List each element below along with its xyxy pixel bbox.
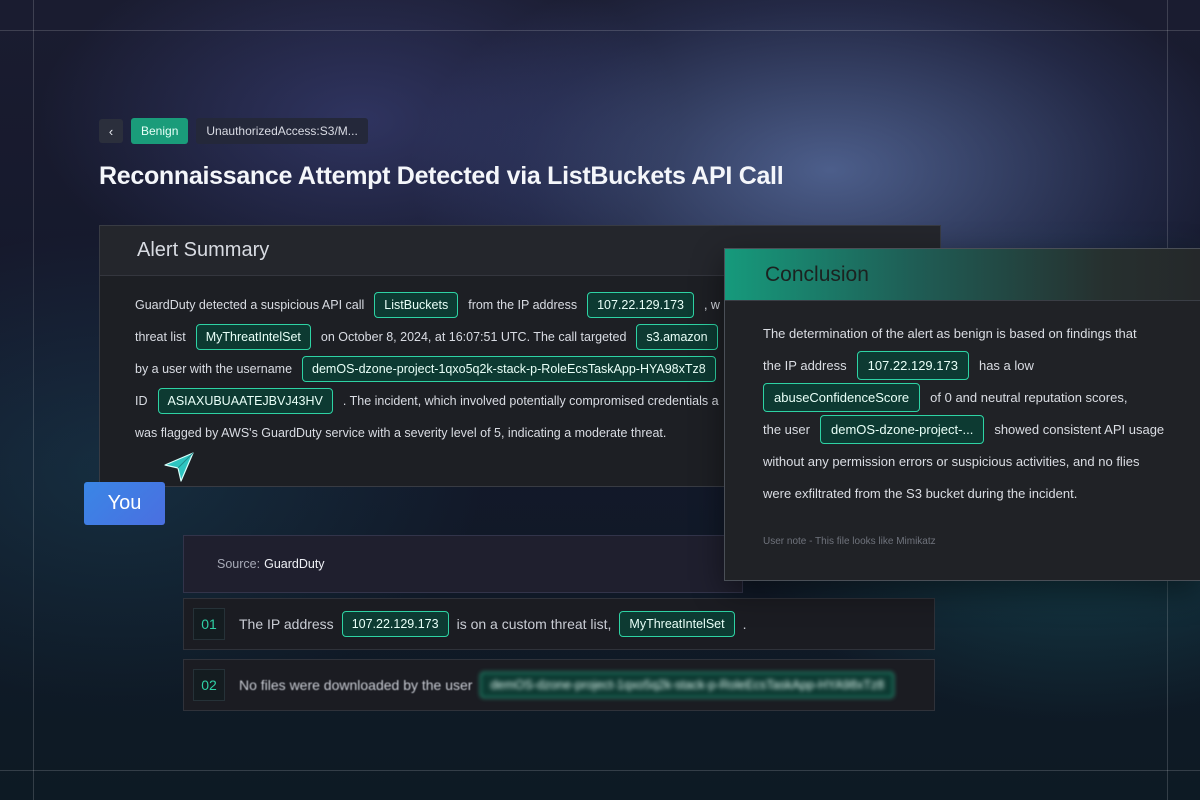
conclusion-panel: Conclusion The determination of the aler…	[724, 248, 1200, 581]
conclusion-title: Conclusion	[765, 262, 869, 286]
alert-text: , w	[703, 298, 720, 312]
back-button[interactable]: ‹	[99, 119, 123, 143]
finding-number: 01	[193, 608, 225, 640]
conclusion-ip-chip[interactable]: 107.22.129.173	[856, 350, 969, 380]
conclusion-text: the user	[763, 421, 810, 437]
access-key-chip[interactable]: ASIAXUBUAATEJBVJ43HV	[157, 387, 333, 415]
conclusion-line-5: without any permission errors or suspici…	[763, 445, 1200, 477]
username-chip[interactable]: demOS-dzone-project-1qxo5q2k-stack-p-Rol…	[302, 355, 716, 383]
alert-text: ID	[135, 394, 148, 408]
alert-summary-title: Alert Summary	[137, 239, 270, 261]
finding-text: .	[742, 616, 747, 632]
finding-text: No files were downloaded by the user	[239, 677, 473, 693]
api-call-chip[interactable]: ListBuckets	[374, 291, 459, 319]
conclusion-text: of 0 and neutral reputation scores,	[930, 389, 1128, 405]
conclusion-line-3: abuseConfidenceScore of 0 and neutral re…	[763, 381, 1200, 413]
grid-line-bottom	[0, 770, 1200, 771]
grid-line-left	[33, 0, 34, 800]
page-title: Reconnaissance Attempt Detected via List…	[99, 162, 784, 190]
chevron-left-icon: ‹	[108, 123, 114, 139]
conclusion-text: showed consistent API usage	[994, 421, 1165, 437]
alert-text: from the IP address	[468, 298, 578, 312]
user-note: User note - This file looks like Mimikat…	[763, 536, 936, 547]
conclusion-line-6: were exfiltrated from the S3 bucket duri…	[763, 477, 1200, 509]
status-badge: Benign	[131, 118, 189, 144]
conclusion-text: The determination of the alert as benign…	[763, 325, 1137, 341]
conclusion-text: were exfiltrated from the S3 bucket duri…	[763, 485, 1078, 501]
conclusion-header: Conclusion	[725, 249, 1200, 301]
conclusion-user-chip[interactable]: demOS-dzone-project-...	[819, 414, 985, 444]
confidence-score-chip[interactable]: abuseConfidenceScore	[763, 382, 921, 412]
threat-list-chip[interactable]: MyThreatIntelSet	[195, 323, 311, 351]
source-value: GuardDuty	[264, 557, 325, 571]
source-label: Source:	[217, 557, 261, 571]
conclusion-line-1: The determination of the alert as benign…	[763, 317, 1200, 349]
conclusion-line-2: the IP address 107.22.129.173 has a low	[763, 349, 1200, 381]
finding-user-chip[interactable]: demOS-dzone-project-1qxo5q2k-stack-p-Rol…	[480, 671, 895, 699]
finding-text: The IP address	[239, 616, 334, 632]
conclusion-text: without any permission errors or suspici…	[763, 453, 1140, 469]
alert-text: on October 8, 2024, at 16:07:51 UTC. The…	[320, 330, 627, 344]
conclusion-line-4: the user demOS-dzone-project-... showed …	[763, 413, 1200, 445]
ip-address-chip[interactable]: 107.22.129.173	[587, 291, 694, 319]
alert-text: GuardDuty detected a suspicious API call	[135, 298, 365, 312]
conclusion-text: the IP address	[763, 357, 847, 373]
alert-type-crumb[interactable]: UnauthorizedAccess:S3/M...	[196, 118, 368, 144]
conclusion-body: The determination of the alert as benign…	[725, 301, 1200, 509]
conclusion-text: has a low	[978, 357, 1034, 373]
finding-row: 02 No files were downloaded by the user …	[183, 659, 935, 711]
grid-line-top	[0, 30, 1200, 31]
alert-text: by a user with the username	[135, 362, 293, 376]
breadcrumb: ‹ Benign UnauthorizedAccess:S3/M...	[99, 118, 368, 144]
finding-ip-chip[interactable]: 107.22.129.173	[341, 610, 449, 638]
you-tag: You	[84, 482, 165, 525]
target-chip[interactable]: s3.amazon	[636, 323, 718, 351]
finding-text: is on a custom threat list,	[456, 616, 612, 632]
finding-row: 01 The IP address 107.22.129.173 is on a…	[183, 598, 935, 650]
source-panel: Source: GuardDuty	[183, 535, 743, 593]
alert-text: was flagged by AWS's GuardDuty service w…	[135, 426, 667, 440]
finding-threat-list-chip[interactable]: MyThreatIntelSet	[619, 610, 735, 638]
alert-text: . The incident, which involved potential…	[342, 394, 719, 408]
cursor-arrow-icon	[164, 452, 194, 482]
alert-text: threat list	[135, 330, 186, 344]
finding-number: 02	[193, 669, 225, 701]
